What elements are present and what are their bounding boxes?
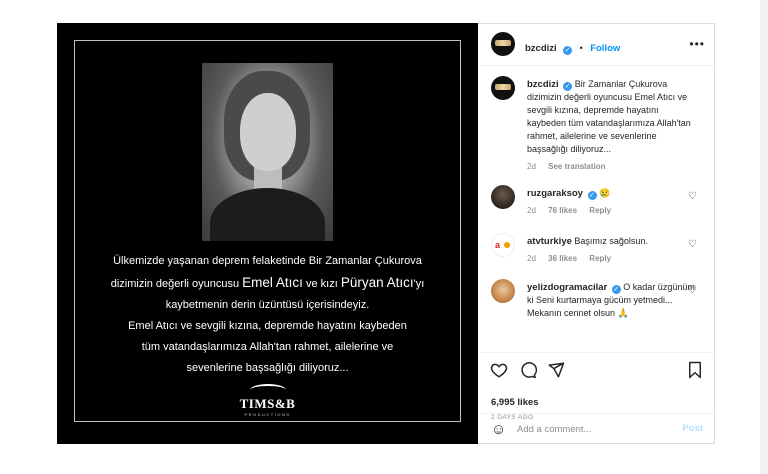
share-icon[interactable]	[547, 361, 565, 384]
header-user: bzcdizi ✓ • Follow	[525, 38, 620, 56]
username-link[interactable]: bzcdizi	[527, 79, 559, 90]
comment-meta: 2d See translation	[527, 160, 697, 173]
heart-icon[interactable]: ♡	[688, 285, 697, 296]
heart-icon[interactable]: ♡	[688, 239, 697, 250]
image-caption-line: sevenlerine başsağlığı diliyoruz...	[186, 362, 349, 374]
atv-logo-dot-icon	[504, 242, 510, 248]
comment-input[interactable]	[517, 421, 667, 437]
comment-text: 😢	[599, 188, 611, 198]
follow-button[interactable]: Follow	[590, 43, 620, 54]
post-button[interactable]: Post	[682, 423, 703, 434]
avatar[interactable]	[491, 32, 515, 56]
image-caption-line: Emel Atıcı ve sevgili kızına, depremde h…	[128, 320, 407, 332]
post-sidebar: bzcdizi ✓ • Follow ••• bzcdizi ✓ Bir Zam…	[479, 23, 715, 444]
post-header: bzcdizi ✓ • Follow •••	[479, 23, 715, 66]
username-link[interactable]: yelizdogramacilar	[527, 282, 607, 293]
page-scrollbar[interactable]	[760, 0, 768, 474]
heart-icon[interactable]: ♡	[688, 191, 697, 202]
image-caption-line: dizimizin değerli oyuncusu Emel Atıcı ve…	[110, 275, 425, 290]
comment-age: 2d	[527, 162, 536, 171]
comment-age: 2d	[527, 254, 536, 263]
avatar[interactable]: a	[491, 233, 515, 257]
username-link[interactable]: ruzgaraksoy	[527, 188, 583, 199]
comment-icon[interactable]	[519, 361, 538, 384]
portrait-photo	[202, 63, 333, 241]
avatar[interactable]	[491, 279, 515, 303]
atv-logo-icon: a	[495, 240, 501, 250]
add-comment-bar: ☺ Post	[479, 413, 715, 445]
verified-badge-icon: ✓	[563, 82, 573, 91]
avatar[interactable]	[491, 76, 515, 100]
caption-text: Bir Zamanlar Çukurova dizimizin değerli …	[527, 79, 691, 154]
verified-badge-icon: ✓	[587, 191, 597, 200]
comment-likes[interactable]: 76 likes	[548, 206, 577, 215]
comment-text: Başımız sağolsun.	[574, 236, 648, 246]
verified-badge-icon: ✓	[611, 285, 621, 294]
see-translation-link[interactable]: See translation	[548, 162, 605, 171]
comment-body: bzcdizi ✓ Bir Zamanlar Çukurova dizimizi…	[527, 78, 697, 173]
emoji-icon[interactable]: ☺	[491, 421, 506, 438]
logo-mark: TIMS&B	[239, 396, 296, 411]
image-caption: Ülkemizde yaşanan deprem felaketinde Bir…	[57, 251, 478, 379]
likes-count[interactable]: 6,995 likes	[491, 397, 539, 408]
comment-age: 2d	[527, 206, 536, 215]
production-logo: TIMS&B PRODUCTIONS	[57, 384, 478, 417]
portrait-face	[240, 93, 296, 171]
comment-body: ruzgaraksoy ✓ 😢 2d 76 likes Reply	[527, 187, 697, 217]
comment-meta: 2d 76 likes Reply	[527, 204, 697, 217]
heart-icon[interactable]	[490, 361, 508, 384]
image-caption-line: tüm vatandaşlarımıza Allah'tan rahmet, a…	[141, 341, 394, 353]
bookmark-icon[interactable]	[687, 361, 703, 384]
avatar[interactable]	[491, 185, 515, 209]
reply-button[interactable]: Reply	[589, 254, 611, 263]
post-image: Ülkemizde yaşanan deprem felaketinde Bir…	[57, 23, 478, 444]
verified-badge-icon: ✓	[563, 46, 573, 55]
comment-likes[interactable]: 36 likes	[548, 254, 577, 263]
comment-body: atvturkiye Başımız sağolsun. 2d 36 likes…	[527, 235, 697, 265]
portrait-shoulders	[210, 188, 325, 241]
username-link[interactable]: atvturkiye	[527, 236, 572, 247]
more-options-icon[interactable]: •••	[689, 37, 705, 51]
logo-subtitle: PRODUCTIONS	[244, 412, 291, 417]
comments-list[interactable]: bzcdizi ✓ Bir Zamanlar Çukurova dizimizi…	[479, 66, 715, 352]
username-link[interactable]: bzcdizi	[525, 43, 557, 54]
image-caption-line: kaybetmenin derin üzüntüsü içerisindeyiz…	[165, 299, 370, 311]
logo-swoosh	[249, 384, 286, 396]
reply-button[interactable]: Reply	[589, 206, 611, 215]
separator-dot: •	[579, 43, 583, 53]
comment-meta: 2d 36 likes Reply	[527, 252, 697, 265]
comment-body: yelizdogramacilar ✓ O kadar üzgünüm ki S…	[527, 281, 697, 320]
image-caption-line: Ülkemizde yaşanan deprem felaketinde Bir…	[113, 255, 422, 267]
